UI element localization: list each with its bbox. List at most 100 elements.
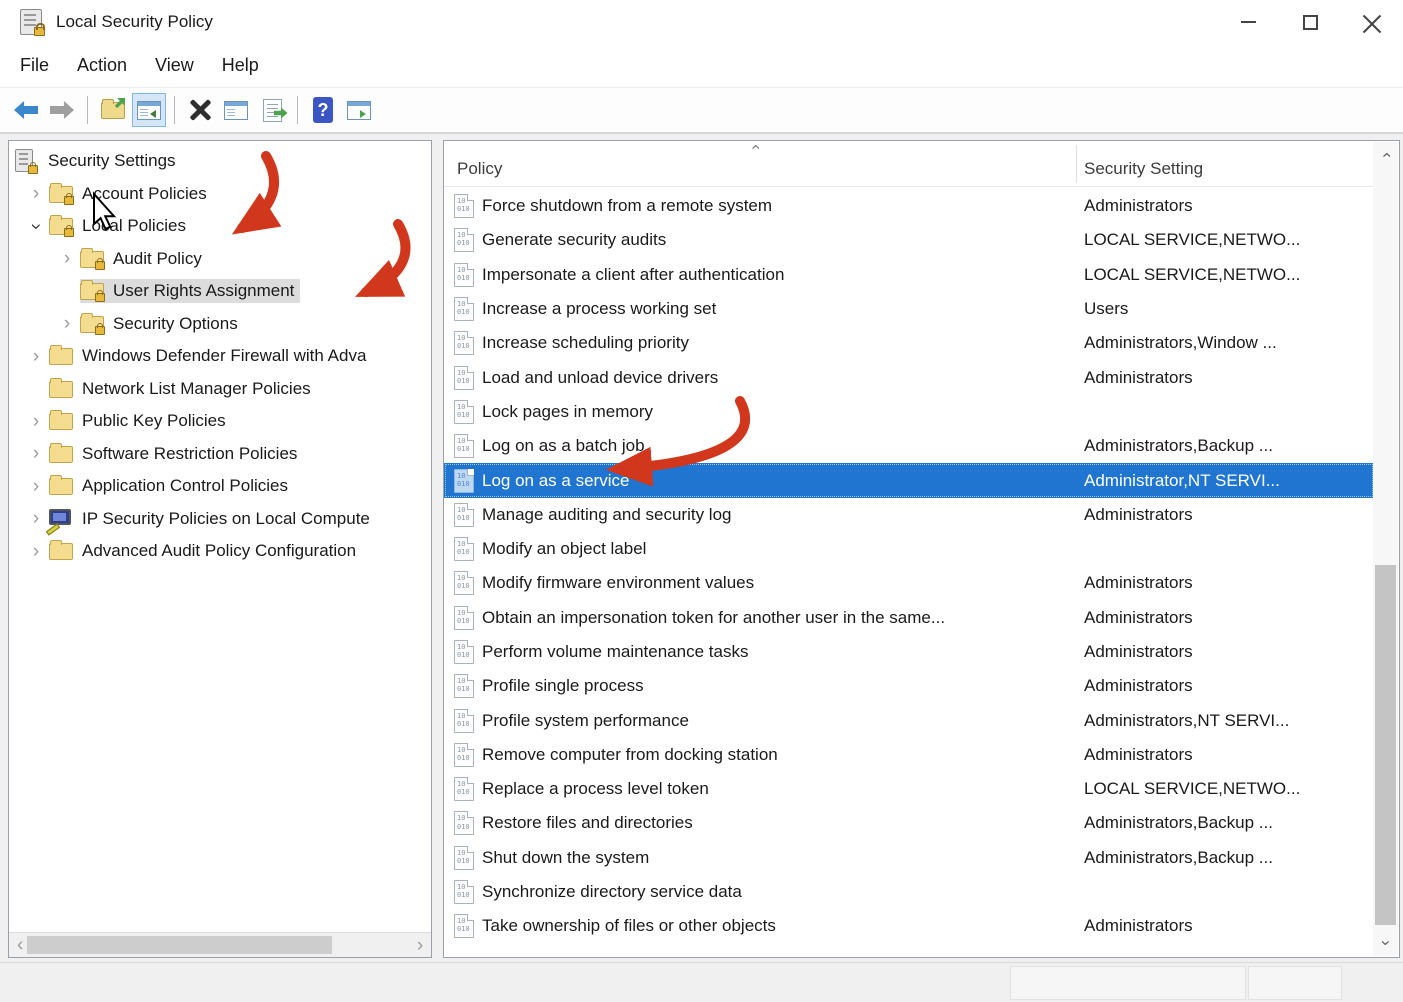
policy-cell: Increase scheduling priority <box>482 333 689 353</box>
tree-item-software-restriction-policies[interactable]: › Software Restriction Policies <box>23 438 431 471</box>
list-row-replace-a-process-level-token[interactable]: 10 010 Replace a process level token LOCAL … <box>444 772 1374 806</box>
column-header-policy[interactable]: Policy <box>457 159 502 179</box>
list-row-lock-pages-in-memory[interactable]: 10 010 Lock pages in memory <box>444 395 1374 429</box>
tree-item-advanced-audit-policy-configuration[interactable]: › Advanced Audit Policy Configuration <box>23 535 431 568</box>
list-row-take-ownership-of-files-or-other-objects[interactable]: 10 010 Take ownership of files or other ob… <box>444 909 1374 943</box>
tree-item-audit-policy[interactable]: › Audit Policy <box>54 243 431 276</box>
security-setting-cell: Administrators <box>1084 607 1193 627</box>
show-console-tree-button[interactable] <box>132 93 166 127</box>
policy-cell: Shut down the system <box>482 847 650 867</box>
tree-item-local-policies[interactable]: › Local Policies <box>23 210 431 243</box>
policy-document-icon: 10 010 <box>454 399 474 424</box>
list-row-synchronize-directory-service-data[interactable]: 10 010 Synchronize directory service data <box>444 875 1374 909</box>
column-header-security-setting[interactable]: Security Setting <box>1084 159 1203 179</box>
menu-bar: File Action View Help <box>0 44 1403 88</box>
column-divider[interactable] <box>1076 145 1077 183</box>
tree-item-content: Account Policies <box>49 182 213 206</box>
tree-expander[interactable]: › <box>23 444 49 463</box>
tree-expander[interactable]: › <box>23 542 49 561</box>
tree-item-windows-defender-firewall-with-adva[interactable]: › Windows Defender Firewall with Adva <box>23 340 431 373</box>
policy-document-icon: 10 010 <box>454 845 474 870</box>
horizontal-scrollbar[interactable]: › › <box>9 932 431 957</box>
tree-item-account-policies[interactable]: › Account Policies <box>23 178 431 211</box>
vertical-scrollbar[interactable]: › › <box>1373 142 1398 956</box>
security-setting-cell: Administrators,Backup ... <box>1084 847 1273 867</box>
export-list-button[interactable] <box>255 93 289 127</box>
menu-help[interactable]: Help <box>208 55 273 76</box>
security-setting-cell: Administrators <box>1084 504 1193 524</box>
tree-item-application-control-policies[interactable]: › Application Control Policies <box>23 470 431 503</box>
back-button[interactable] <box>9 93 43 127</box>
list-row-modify-an-object-label[interactable]: 10 010 Modify an object label <box>444 532 1374 566</box>
folder-icon <box>49 410 75 431</box>
list-row-remove-computer-from-docking-station[interactable]: 10 010 Remove computer from docking statio… <box>444 738 1374 772</box>
tree-item-content: User Rights Assignment <box>80 279 301 304</box>
list-row-manage-auditing-and-security-log[interactable]: 10 010 Manage auditing and security log Adm… <box>444 498 1374 532</box>
policy-document-icon: 10 010 <box>454 262 474 287</box>
folder-icon <box>49 442 75 464</box>
policy-cell: Restore files and directories <box>482 813 693 833</box>
chevron-right-icon: › <box>32 508 40 530</box>
scroll-down-button[interactable]: › <box>1373 930 1398 956</box>
maximize-button[interactable] <box>1279 0 1341 44</box>
list-row-obtain-an-impersonation-token-for-another-user-in-the-same[interactable]: 10 010 Obtain an impersonation token for a… <box>444 601 1374 635</box>
close-button[interactable] <box>1341 0 1403 44</box>
forward-button[interactable] <box>45 93 79 127</box>
list-row-profile-single-process[interactable]: 10 010 Profile single process Administrator… <box>444 669 1374 703</box>
vertical-scroll-thumb[interactable] <box>1375 565 1396 925</box>
tree-expander[interactable]: › <box>23 509 49 528</box>
policy-cell: Generate security audits <box>482 230 667 250</box>
tree-expander[interactable]: › <box>54 249 80 268</box>
folder-icon <box>49 345 75 366</box>
properties-button[interactable] <box>219 93 253 127</box>
tree-item-security-options[interactable]: › Security Options <box>54 308 431 341</box>
scroll-up-button[interactable]: › <box>1373 142 1398 168</box>
list-row-perform-volume-maintenance-tasks[interactable]: 10 010 Perform volume maintenance tasks Adm… <box>444 635 1374 669</box>
list-row-force-shutdown-from-a-remote-system[interactable]: 10 010 Force shutdown from a remote system… <box>444 189 1374 223</box>
delete-button[interactable] <box>183 93 217 127</box>
horizontal-scroll-thumb[interactable] <box>27 936 332 954</box>
list-row-shut-down-the-system[interactable]: 10 010 Shut down the system Administrators,… <box>444 841 1374 875</box>
close-icon <box>1363 13 1381 31</box>
policy-cell: Impersonate a client after authenticatio… <box>482 264 785 284</box>
list-row-load-and-unload-device-drivers[interactable]: 10 010 Load and unload device drivers Admin… <box>444 360 1374 394</box>
tree-item-user-rights-assignment[interactable]: User Rights Assignment <box>54 275 431 308</box>
tree-item-ip-security-policies-on-local-compute[interactable]: › IP Security Policies on Local Compute <box>23 503 431 536</box>
policy-cell: Take ownership of files or other objects <box>482 916 776 936</box>
folder-lock-icon <box>49 182 75 205</box>
list-row-restore-files-and-directories[interactable]: 10 010 Restore files and directories Admini… <box>444 806 1374 840</box>
minimize-button[interactable] <box>1217 0 1279 44</box>
menu-view[interactable]: View <box>141 55 208 76</box>
policy-document-icon: 10 010 <box>454 880 474 905</box>
list-row-impersonate-a-client-after-authentication[interactable]: 10 010 Impersonate a client after authenti… <box>444 258 1374 292</box>
new-window-button[interactable] <box>342 93 376 127</box>
tree-expander[interactable]: › <box>23 347 49 366</box>
tree-expander[interactable]: › <box>54 314 80 333</box>
list-row-log-on-as-a-batch-job[interactable]: 10 010 Log on as a batch job Administrators… <box>444 429 1374 463</box>
tree-item-public-key-policies[interactable]: › Public Key Policies <box>23 405 431 438</box>
policy-document-icon: 10 010 <box>454 811 474 836</box>
list-row-increase-a-process-working-set[interactable]: 10 010 Increase a process working set Users <box>444 292 1374 326</box>
policy-document-icon: 10 010 <box>454 502 474 527</box>
list-row-generate-security-audits[interactable]: 10 010 Generate security audits LOCAL SERVI… <box>444 223 1374 257</box>
list-row-increase-scheduling-priority[interactable]: 10 010 Increase scheduling priority Adminis… <box>444 326 1374 360</box>
help-button[interactable]: ? <box>306 93 340 127</box>
list-row-modify-firmware-environment-values[interactable]: 10 010 Modify firmware environment values A… <box>444 566 1374 600</box>
tree-item-label: Software Restriction Policies <box>82 443 298 463</box>
tree-expander[interactable]: › <box>23 217 49 236</box>
menu-action[interactable]: Action <box>63 55 141 76</box>
tree-item-label: Audit Policy <box>113 248 202 268</box>
tree-expander[interactable]: › <box>23 477 49 496</box>
export-console-button[interactable] <box>96 93 130 127</box>
tree-expander[interactable]: › <box>23 412 49 431</box>
tree-item-network-list-manager-policies[interactable]: Network List Manager Policies <box>23 373 431 406</box>
menu-file[interactable]: File <box>6 55 63 76</box>
list-row-log-on-as-a-service[interactable]: 10 010 Log on as a service Administrator,NT… <box>444 463 1374 498</box>
scroll-right-button[interactable]: › <box>409 933 431 957</box>
help-icon: ? <box>313 97 333 123</box>
tree-item-security-settings[interactable]: Security Settings <box>15 145 431 178</box>
tree-item-label: Public Key Policies <box>82 411 226 431</box>
status-field <box>1010 966 1246 1000</box>
list-row-profile-system-performance[interactable]: 10 010 Profile system performance Administr… <box>444 703 1374 737</box>
tree-expander[interactable]: › <box>23 184 49 203</box>
